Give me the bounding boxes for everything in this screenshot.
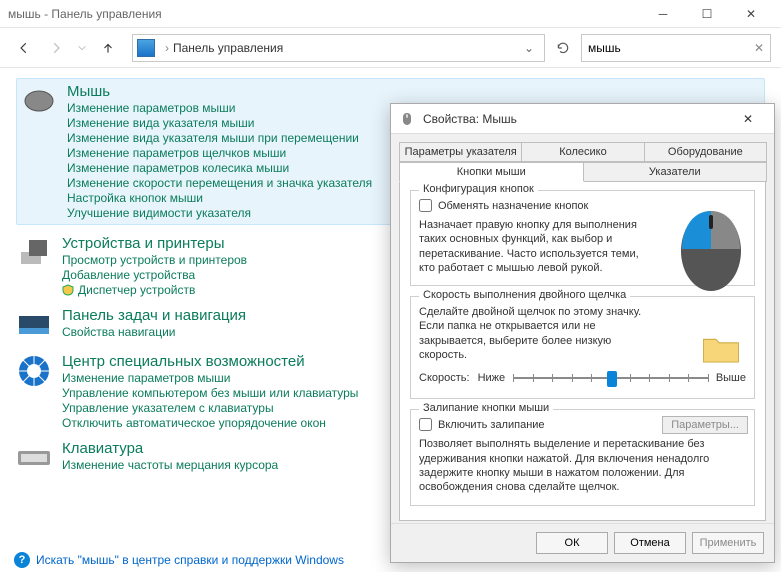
result-link[interactable]: Изменение параметров мыши (67, 101, 372, 115)
back-button[interactable] (10, 34, 38, 62)
result-link[interactable]: Изменение параметров мыши (62, 371, 358, 385)
cancel-button[interactable]: Отмена (614, 532, 686, 554)
help-icon: ? (14, 552, 30, 568)
apply-button[interactable]: Применить (692, 532, 764, 554)
keyboard-icon (16, 440, 52, 476)
result-link[interactable]: Просмотр устройств и принтеров (62, 253, 247, 267)
clicklock-label: Включить залипание (438, 419, 545, 431)
navbar: › Панель управления ⌄ ✕ (0, 28, 781, 68)
result-link[interactable]: Управление указателем с клавиатуры (62, 401, 358, 415)
result-link[interactable]: Добавление устройства (62, 268, 247, 282)
speed-slow-label: Ниже (478, 372, 506, 384)
clicklock-settings-button[interactable]: Параметры... (662, 416, 748, 434)
swap-buttons-label: Обменять назначение кнопок (438, 200, 588, 212)
result-title[interactable]: Панель задач и навигация (62, 307, 246, 324)
group-button-config: Конфигурация кнопок Обменять назначение … (410, 190, 755, 286)
ease-icon (16, 353, 52, 389)
dialog-title: Свойства: Мышь (423, 112, 730, 126)
help-text: Искать "мышь" в центре справки и поддерж… (36, 553, 344, 567)
result-link[interactable]: Изменение вида указателя мыши (67, 116, 372, 130)
result-link[interactable]: Диспетчер устройств (62, 283, 247, 297)
mouse-icon (21, 83, 57, 119)
group-legend: Залипание кнопки мыши (419, 402, 553, 414)
forward-button[interactable] (42, 34, 70, 62)
ok-button[interactable]: ОК (536, 532, 608, 554)
clicklock-desc: Позволяет выполнять выделение и перетаск… (419, 437, 746, 494)
result-link[interactable]: Изменение частоты мерцания курсора (62, 458, 278, 472)
breadcrumb-path[interactable]: Панель управления (173, 41, 283, 55)
result-link[interactable]: Настройка кнопок мыши (67, 191, 372, 205)
tab[interactable]: Оборудование (644, 142, 767, 162)
group-legend: Конфигурация кнопок (419, 183, 538, 195)
shield-icon (62, 284, 74, 296)
tab[interactable]: Параметры указателя (399, 142, 522, 162)
folder-icon[interactable] (700, 327, 742, 369)
address-dropdown-icon[interactable]: ⌄ (518, 41, 540, 55)
group-clicklock: Залипание кнопки мыши Параметры... Включ… (410, 409, 755, 505)
minimize-button[interactable]: ─ (641, 0, 685, 28)
result-title[interactable]: Клавиатура (62, 440, 278, 457)
help-link[interactable]: ? Искать "мышь" в центре справки и подде… (14, 552, 344, 568)
tab[interactable]: Указатели (583, 162, 768, 182)
result-link[interactable]: Свойства навигации (62, 325, 246, 339)
swap-buttons-desc: Назначает правую кнопку для выполнения т… (419, 218, 644, 275)
tab-panel-buttons: Конфигурация кнопок Обменять назначение … (399, 181, 766, 521)
taskbar-icon (16, 307, 52, 343)
window-title: мышь - Панель управления (8, 7, 641, 21)
clicklock-input[interactable] (419, 418, 432, 431)
result-link[interactable]: Изменение вида указателя мыши при переме… (67, 131, 372, 145)
mouse-properties-dialog: Свойства: Мышь ✕ Параметры указателяКоле… (390, 103, 775, 563)
speed-fast-label: Выше (716, 372, 746, 384)
result-title[interactable]: Центр специальных возможностей (62, 353, 358, 370)
search-input[interactable] (588, 41, 754, 55)
address-bar[interactable]: › Панель управления ⌄ (132, 34, 545, 62)
group-legend: Скорость выполнения двойного щелчка (419, 289, 630, 301)
result-link[interactable]: Управление компьютером без мыши или клав… (62, 386, 358, 400)
control-panel-icon (137, 39, 155, 57)
breadcrumb-sep: › (165, 41, 169, 55)
recent-dropdown[interactable] (74, 34, 90, 62)
result-link[interactable]: Улучшение видимости указателя (67, 206, 372, 220)
mouse-illustration (676, 201, 746, 291)
dialog-titlebar: Свойства: Мышь ✕ (391, 104, 774, 134)
dialog-close-button[interactable]: ✕ (730, 108, 766, 130)
mouse-icon (399, 111, 415, 127)
result-link[interactable]: Изменение скорости перемещения и значка … (67, 176, 372, 190)
result-title[interactable]: Мышь (67, 83, 372, 100)
maximize-button[interactable]: ☐ (685, 0, 729, 28)
speed-prefix: Скорость: (419, 372, 470, 384)
swap-buttons-input[interactable] (419, 199, 432, 212)
dialog-button-bar: ОК Отмена Применить (391, 523, 774, 562)
group-doubleclick-speed: Скорость выполнения двойного щелчка Сдел… (410, 296, 755, 399)
tab[interactable]: Колесико (521, 142, 644, 162)
clear-search-icon[interactable]: ✕ (754, 41, 764, 55)
dblclick-desc: Сделайте двойной щелчок по этому значку.… (419, 305, 649, 362)
tab[interactable]: Кнопки мыши (399, 162, 584, 182)
result-title[interactable]: Устройства и принтеры (62, 235, 247, 252)
close-button[interactable]: ✕ (729, 0, 773, 28)
result-link[interactable]: Изменение параметров щелчков мыши (67, 146, 372, 160)
up-button[interactable] (94, 34, 122, 62)
refresh-button[interactable] (549, 34, 577, 62)
speed-slider[interactable] (513, 368, 708, 388)
result-link[interactable]: Изменение параметров колесика мыши (67, 161, 372, 175)
search-box[interactable]: ✕ (581, 34, 771, 62)
titlebar: мышь - Панель управления ─ ☐ ✕ (0, 0, 781, 28)
devices-icon (16, 235, 52, 271)
result-link[interactable]: Отключить автоматическое упорядочение ок… (62, 416, 358, 430)
